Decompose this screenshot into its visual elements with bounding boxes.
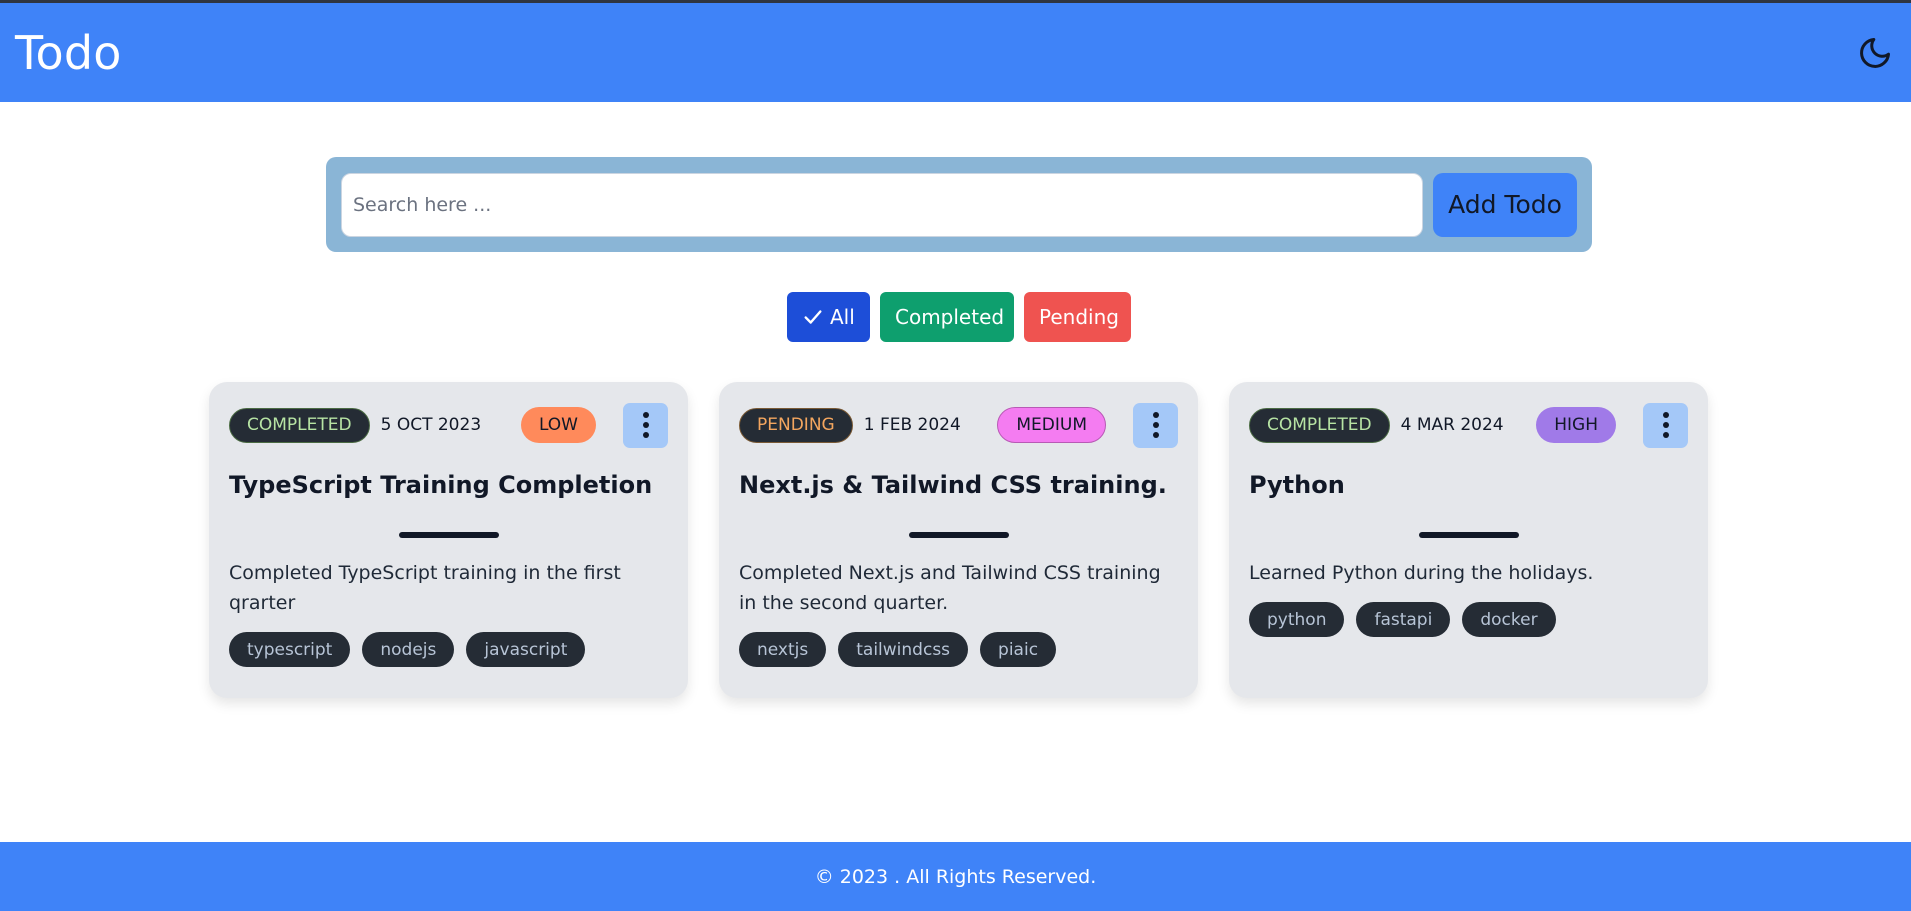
- tag[interactable]: tailwindcss: [838, 632, 969, 667]
- check-icon: [804, 310, 822, 324]
- tag[interactable]: piaic: [980, 632, 1057, 667]
- card-menu-button[interactable]: [1133, 402, 1178, 448]
- filter-all-button[interactable]: All: [787, 292, 870, 342]
- filter-group: All Completed Pending: [787, 292, 1131, 342]
- todo-title: Next.js & Tailwind CSS training.: [739, 471, 1167, 499]
- tag[interactable]: javascript: [466, 632, 586, 667]
- todo-list: COMPLETED 5 OCT 2023 LOW TypeScript Trai…: [209, 382, 1708, 698]
- todo-title: Python: [1249, 471, 1345, 499]
- priority-badge: HIGH: [1536, 407, 1616, 443]
- todo-description: Completed Next.js and Tailwind CSS train…: [739, 562, 1161, 614]
- todo-card: COMPLETED 4 MAR 2024 HIGH Python Learned…: [1229, 382, 1708, 698]
- tag-list: python fastapi docker: [1249, 602, 1688, 637]
- add-todo-button[interactable]: Add Todo: [1433, 172, 1577, 237]
- priority-badge: MEDIUM: [997, 407, 1106, 443]
- tag[interactable]: nextjs: [739, 632, 827, 667]
- filter-pending-button[interactable]: Pending: [1024, 292, 1131, 342]
- more-vertical-icon: [1662, 412, 1669, 438]
- moon-icon: [1860, 37, 1890, 68]
- todo-date: 5 OCT 2023: [380, 415, 482, 435]
- filter-completed-button[interactable]: Completed: [880, 292, 1014, 342]
- card-header: COMPLETED 4 MAR 2024 HIGH: [1249, 402, 1688, 448]
- tag[interactable]: nodejs: [362, 632, 455, 667]
- tag-list: typescript nodejs javascript: [229, 632, 668, 667]
- app-title: Todo: [15, 25, 122, 80]
- todo-date: 4 MAR 2024: [1400, 415, 1504, 435]
- more-vertical-icon: [1152, 412, 1159, 438]
- tag[interactable]: python: [1249, 602, 1345, 637]
- divider: [908, 532, 1009, 538]
- todo-title: TypeScript Training Completion: [229, 471, 653, 499]
- divider: [398, 532, 499, 538]
- todo-description: Learned Python during the holidays.: [1249, 562, 1594, 584]
- header: Todo: [0, 0, 1911, 102]
- tag-list: nextjs tailwindcss piaic: [739, 632, 1178, 667]
- divider: [1418, 532, 1519, 538]
- card-menu-button[interactable]: [1643, 402, 1688, 448]
- search-bar: Add Todo: [326, 157, 1592, 252]
- page: Todo Add Todo All Completed Pending COMP…: [0, 0, 1911, 911]
- card-menu-button[interactable]: [623, 402, 668, 448]
- card-header: COMPLETED 5 OCT 2023 LOW: [229, 402, 668, 448]
- todo-description: Completed TypeScript training in the fir…: [229, 562, 621, 614]
- more-vertical-icon: [642, 412, 649, 438]
- footer: © 2023 . All Rights Reserved.: [0, 842, 1911, 911]
- tag[interactable]: typescript: [229, 632, 351, 667]
- todo-card: PENDING 1 FEB 2024 MEDIUM Next.js & Tail…: [719, 382, 1198, 698]
- card-header: PENDING 1 FEB 2024 MEDIUM: [739, 402, 1178, 448]
- todo-card: COMPLETED 5 OCT 2023 LOW TypeScript Trai…: [209, 382, 688, 698]
- tag[interactable]: fastapi: [1356, 602, 1451, 637]
- copyright-text: © 2023 . All Rights Reserved.: [814, 865, 1097, 888]
- tag[interactable]: docker: [1462, 602, 1556, 637]
- todo-date: 1 FEB 2024: [863, 415, 961, 435]
- search-input[interactable]: [341, 172, 1423, 237]
- theme-toggle-button[interactable]: [1855, 33, 1895, 73]
- status-badge: COMPLETED: [229, 407, 370, 443]
- filter-all-label: All: [830, 305, 855, 329]
- priority-badge: LOW: [520, 407, 596, 443]
- status-badge: COMPLETED: [1249, 407, 1390, 443]
- status-badge: PENDING: [739, 407, 853, 443]
